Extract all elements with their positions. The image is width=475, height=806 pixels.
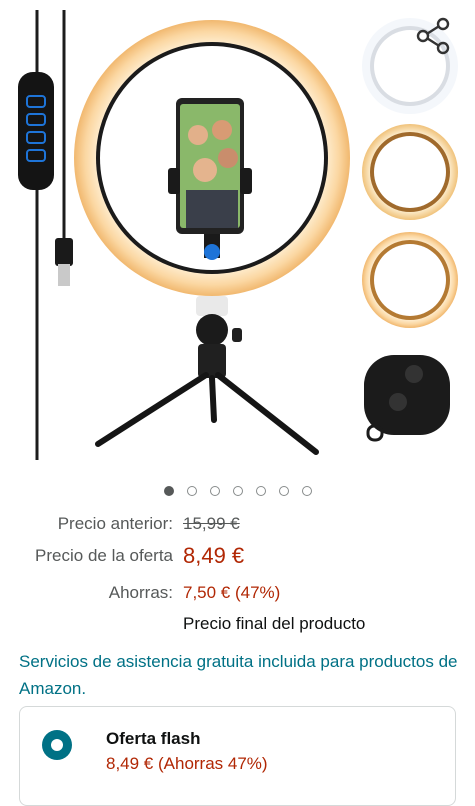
- previous-price-row: Precio anterior: 15,99 €: [0, 514, 475, 544]
- carousel-dot-6[interactable]: [278, 486, 289, 496]
- deal-price-row: Precio de la oferta 8,49 €: [0, 543, 475, 576]
- deal-price-label: Precio de la oferta: [35, 546, 173, 565]
- offer-price: 8,49 € (Ahorras 47%): [106, 754, 268, 773]
- flash-offer-card[interactable]: Oferta flash 8,49 € (Ahorras 47%): [19, 706, 456, 806]
- savings-row: Ahorras: 7,50 € (47%): [0, 583, 475, 613]
- carousel-dot-5[interactable]: [255, 486, 266, 496]
- final-price-note: Precio final del producto: [183, 614, 366, 633]
- carousel-dot-1[interactable]: [163, 486, 174, 496]
- previous-price-value: 15,99 €: [183, 514, 240, 533]
- carousel-dot-2[interactable]: [186, 486, 197, 496]
- carousel-indicator[interactable]: [0, 486, 475, 502]
- carousel-dot-4[interactable]: [232, 486, 243, 496]
- offer-title: Oferta flash: [106, 729, 201, 748]
- savings-label: Ahorras:: [108, 583, 173, 602]
- savings-value: 7,50 € (47%): [183, 583, 281, 602]
- ring-light-image: [18, 10, 458, 460]
- radio-selected-icon: [51, 739, 63, 751]
- carousel-dot-3[interactable]: [209, 486, 220, 496]
- deal-price-value: 8,49 €: [183, 543, 245, 568]
- share-button[interactable]: [412, 14, 456, 58]
- share-icon: [416, 17, 450, 55]
- services-link[interactable]: Servicios de asistencia gratuita incluid…: [19, 648, 459, 702]
- carousel-dot-7[interactable]: [301, 486, 312, 496]
- offer-radio-button[interactable]: [42, 730, 72, 760]
- previous-price-label: Precio anterior:: [57, 514, 173, 533]
- product-image-gallery[interactable]: [0, 0, 475, 478]
